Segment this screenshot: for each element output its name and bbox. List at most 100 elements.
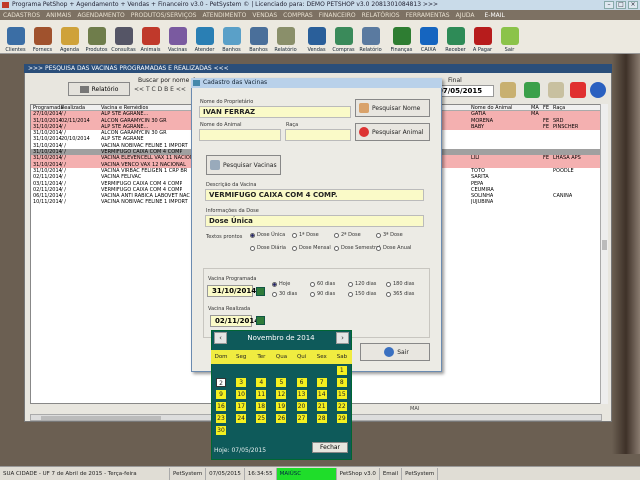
calendar-day[interactable]: 14	[316, 390, 327, 399]
toolbar-button-12[interactable]: Compras	[330, 21, 357, 53]
toolbar-button-3[interactable]: Produtos	[83, 21, 110, 53]
final-date-field[interactable]: 07/05/2015	[434, 85, 494, 97]
calendar-day[interactable]: 1	[336, 366, 347, 375]
menu-item-2[interactable]: AGENDAMENTO	[74, 12, 127, 19]
calendar-day[interactable]: 16	[216, 402, 226, 411]
toolbar-button-10[interactable]: Relatório	[272, 21, 299, 53]
toolbar-button-7[interactable]: Atender	[191, 21, 218, 53]
dose-info-field[interactable]: Dose Única	[205, 215, 424, 227]
calendar-day[interactable]: 3	[236, 378, 247, 387]
menu-item-5[interactable]: VENDAS	[249, 12, 280, 19]
toolbar-button-14[interactable]: Finanças	[388, 21, 415, 53]
calendar-day[interactable]: 27	[296, 414, 307, 423]
calendar-day[interactable]: 15	[336, 390, 347, 399]
calendar-day[interactable]: 10	[236, 390, 247, 399]
calendar-day[interactable]: 30	[216, 426, 226, 435]
toolbar-button-17[interactable]: A Pagar	[469, 21, 496, 53]
delete-icon[interactable]	[570, 82, 586, 98]
toolbar-button-18[interactable]: Sair	[496, 21, 523, 53]
toolbar-button-1[interactable]: Fornecs	[29, 21, 56, 53]
dose-option-2-3[interactable]: Dose Anual	[376, 245, 411, 251]
toolbar-button-15[interactable]: CAIXA	[415, 21, 442, 53]
toolbar-button-4[interactable]: Consultas	[110, 21, 137, 53]
calendar-day[interactable]: 5	[276, 378, 287, 387]
search-vaccine-button[interactable]: Pesquisar Vacinas	[206, 155, 281, 175]
scheduled-calendar-icon[interactable]	[256, 287, 265, 296]
dose-option-2-0[interactable]: Dose Diária	[250, 245, 286, 251]
scheduled-date-field[interactable]: 31/10/2014	[207, 285, 256, 297]
calendar-day[interactable]: 24	[236, 414, 247, 423]
calendar-next-button[interactable]: ›	[336, 332, 349, 344]
period-option-1[interactable]: 60 dias	[310, 281, 335, 287]
refresh-icon[interactable]	[524, 82, 540, 98]
toolbar-button-2[interactable]: Agenda	[56, 21, 83, 53]
calendar-day[interactable]: 6	[296, 378, 307, 387]
calendar-close-button[interactable]: Fechar	[312, 442, 348, 453]
dose-option-2-1[interactable]: Dose Mensal	[292, 245, 331, 251]
owner-name-field[interactable]: IVAN FERRAZ	[199, 106, 351, 118]
dose-option-2[interactable]: 2ª Dose	[334, 232, 361, 238]
search-owner-button[interactable]: Pesquisar Nome	[355, 99, 430, 117]
calendar-day[interactable]: 23	[216, 414, 226, 423]
period-option-0[interactable]: Hoje	[272, 281, 290, 287]
alphabet-filter[interactable]: << T C D B E <<	[134, 86, 186, 93]
calendar-day[interactable]: 29	[336, 414, 347, 423]
help-icon[interactable]	[590, 82, 606, 98]
toolbar-button-6[interactable]: Vacinas	[164, 21, 191, 53]
period-option-2[interactable]: 120 dias	[348, 281, 376, 287]
dose-option-1[interactable]: 1ª Dose	[292, 232, 319, 238]
table-vertical-scrollbar[interactable]	[600, 104, 608, 404]
menu-item-3[interactable]: PRODUTOS/SERVIÇOS	[128, 12, 200, 19]
maximize-button[interactable]: □	[616, 1, 626, 9]
dose-option-3[interactable]: 3ª Dose	[376, 232, 403, 238]
menu-item-0[interactable]: CADASTROS	[0, 12, 43, 19]
document-icon[interactable]	[548, 82, 564, 98]
menu-item-10[interactable]: AJUDA	[453, 12, 478, 19]
performed-calendar-icon[interactable]	[256, 316, 265, 325]
calendar-day[interactable]: 9	[216, 390, 226, 399]
edit-icon[interactable]	[500, 82, 516, 98]
period-option-3[interactable]: 180 dias	[386, 281, 414, 287]
calendar-day[interactable]: 26	[276, 414, 287, 423]
calendar-day[interactable]: 7	[316, 378, 327, 387]
calendar-day[interactable]: 25	[256, 414, 267, 423]
vaccine-description-field[interactable]: VERMIFUGO CAIXA COM 4 COMP.	[205, 189, 424, 201]
period-option-2-3[interactable]: 365 dias	[386, 291, 414, 297]
toolbar-button-0[interactable]: Clientes	[2, 21, 29, 53]
calendar-day[interactable]: 8	[336, 378, 347, 387]
calendar-day[interactable]: 21	[316, 402, 327, 411]
search-animal-button[interactable]: Pesquisar Animal	[355, 123, 430, 141]
minimize-button[interactable]: –	[604, 1, 614, 9]
toolbar-button-9[interactable]: Banhos	[245, 21, 272, 53]
animal-name-field[interactable]	[199, 129, 281, 141]
menu-item-9[interactable]: FERRAMENTAS	[403, 12, 453, 19]
calendar-day[interactable]: 28	[316, 414, 327, 423]
calendar-day[interactable]: 17	[236, 402, 247, 411]
toolbar-button-11[interactable]: Vendas	[303, 21, 330, 53]
menu-item-8[interactable]: RELATÓRIOS	[359, 12, 403, 19]
calendar-day[interactable]: 13	[296, 390, 307, 399]
calendar-day[interactable]: 19	[276, 402, 287, 411]
menu-item-4[interactable]: ATENDIMENTO	[200, 12, 250, 19]
menu-item-7[interactable]: FINANCEIRO	[316, 12, 359, 19]
close-window-button[interactable]: ×	[628, 1, 638, 9]
report-button[interactable]: Relatório	[68, 82, 130, 96]
period-option-2-0[interactable]: 30 dias	[272, 291, 297, 297]
calendar-prev-button[interactable]: ‹	[214, 332, 227, 344]
menu-item-6[interactable]: COMPRAS	[280, 12, 316, 19]
calendar-day[interactable]: 20	[296, 402, 307, 411]
calendar-day[interactable]: 22	[336, 402, 347, 411]
performed-date-field[interactable]: 02/11/2014	[210, 315, 259, 327]
calendar-day[interactable]: 11	[256, 390, 267, 399]
period-option-2-1[interactable]: 90 dias	[310, 291, 335, 297]
toolbar-button-8[interactable]: Banhos	[218, 21, 245, 53]
toolbar-button-5[interactable]: Animais	[137, 21, 164, 53]
toolbar-button-13[interactable]: Relatório	[357, 21, 384, 53]
calendar-day[interactable]: 4	[256, 378, 267, 387]
menu-email[interactable]: E-MAIL	[481, 12, 507, 19]
calendar-day[interactable]: 2	[216, 378, 226, 387]
toolbar-button-16[interactable]: Receber	[442, 21, 469, 53]
dose-option-2-2[interactable]: Dose Semestral	[334, 245, 380, 251]
exit-button[interactable]: Sair	[360, 343, 430, 361]
calendar-day[interactable]: 18	[256, 402, 267, 411]
